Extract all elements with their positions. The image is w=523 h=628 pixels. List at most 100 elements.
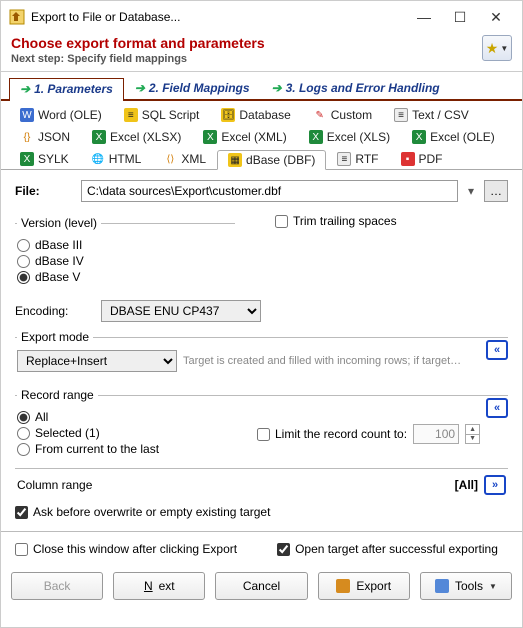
favorites-button[interactable]: ★ ▼ (482, 35, 512, 61)
tab-logs-errors[interactable]: ➔ 3. Logs and Error Handling (261, 76, 451, 99)
column-range-group: Column range [All] » (15, 468, 508, 497)
encoding-label: Encoding: (15, 304, 95, 318)
tab-label: 3. Logs and Error Handling (286, 81, 440, 95)
html-icon: 🌐 (91, 152, 105, 166)
open-after-checkbox[interactable]: Open target after successful exporting (277, 542, 498, 556)
column-range-value: [All] (455, 478, 478, 492)
export-mode-legend: Export mode (17, 330, 93, 344)
format-tab-excel-xml[interactable]: XExcel (XML) (192, 127, 297, 147)
record-range-group: Record range « All Selected (1) From cur… (15, 388, 508, 460)
encoding-select[interactable]: DBASE ENU CP437 (101, 300, 261, 322)
arrow-icon: ➔ (20, 82, 30, 96)
footer-options: Close this window after clicking Export … (1, 531, 522, 566)
column-range-label: Column range (17, 478, 455, 492)
rtf-icon: ≡ (337, 152, 351, 166)
excel-icon: X (92, 130, 106, 144)
radio-range-from-current[interactable]: From current to the last (17, 442, 217, 456)
format-tab-dbase[interactable]: ▦dBase (DBF) (217, 150, 326, 170)
radio-dbase3[interactable]: dBase III (17, 238, 233, 252)
star-icon: ★ (486, 40, 499, 57)
format-tab-word-ole[interactable]: WWord (OLE) (9, 105, 113, 125)
text-icon: ≡ (394, 108, 408, 122)
export-mode-group: Export mode « Replace+Insert Target is c… (15, 330, 508, 380)
limit-count-spinner[interactable]: ▲▼ (465, 424, 480, 444)
column-range-expand-button[interactable]: » (484, 475, 506, 495)
export-icon (336, 579, 350, 593)
format-tab-xml[interactable]: ⟨⟩XML (152, 149, 217, 169)
version-legend: Version (level) (17, 216, 101, 230)
chevron-down-icon: ▼ (489, 582, 497, 591)
radio-dbase4[interactable]: dBase IV (17, 254, 233, 268)
back-button[interactable]: Back (11, 572, 103, 600)
arrow-icon: ➔ (135, 81, 145, 95)
page-title: Choose export format and parameters (11, 35, 482, 51)
header-pane: Choose export format and parameters Next… (1, 29, 522, 72)
limit-count-checkbox[interactable]: Limit the record count to: (257, 427, 407, 441)
export-mode-select[interactable]: Replace+Insert (17, 350, 177, 372)
format-tab-excel-ole[interactable]: XExcel (OLE) (401, 127, 506, 147)
page-subtitle: Next step: Specify field mappings (11, 53, 482, 65)
content-pane: File: ▾ … Version (level) dBase III dBas… (1, 170, 522, 531)
xml-icon: ⟨⟩ (163, 152, 177, 166)
pdf-icon: ▪ (401, 152, 415, 166)
radio-dbase5[interactable]: dBase V (17, 270, 233, 284)
tab-parameters[interactable]: ➔ 1. Parameters (9, 78, 124, 101)
tab-field-mappings[interactable]: ➔ 2. Field Mappings (124, 76, 261, 99)
radio-range-all[interactable]: All (17, 410, 217, 424)
format-tabs: WWord (OLE) ≡SQL Script 🗄Database ✎Custo… (1, 101, 522, 170)
version-group: Version (level) dBase III dBase IV dBase… (15, 216, 235, 288)
format-tab-text-csv[interactable]: ≡Text / CSV (383, 105, 480, 125)
limit-count-input[interactable] (413, 424, 459, 444)
window-title: Export to File or Database... (31, 10, 406, 24)
chevron-down-icon[interactable]: ▾ (464, 184, 478, 198)
tab-label: 2. Field Mappings (149, 81, 250, 95)
browse-button[interactable]: … (484, 180, 508, 202)
word-icon: W (20, 108, 34, 122)
chevron-down-icon: ▼ (500, 44, 508, 53)
format-tab-json[interactable]: {}JSON (9, 127, 81, 147)
tools-icon (435, 579, 449, 593)
maximize-button[interactable]: ☐ (442, 9, 478, 26)
button-bar: Back Next Cancel Export Tools▼ (1, 566, 522, 610)
file-path-input[interactable] (81, 180, 458, 202)
encoding-row: Encoding: DBASE ENU CP437 (15, 300, 508, 322)
next-button[interactable]: Next (113, 572, 205, 600)
format-tab-custom[interactable]: ✎Custom (302, 105, 383, 125)
tools-button[interactable]: Tools▼ (420, 572, 512, 600)
database-icon: 🗄 (221, 108, 235, 122)
format-tab-rtf[interactable]: ≡RTF (326, 149, 389, 169)
format-tab-xlsx[interactable]: XExcel (XLSX) (81, 127, 192, 147)
file-row: File: ▾ … (15, 180, 508, 202)
record-range-collapse-button[interactable]: « (486, 398, 508, 418)
excel-icon: X (309, 130, 323, 144)
tab-label: 1. Parameters (34, 82, 113, 96)
format-tab-database[interactable]: 🗄Database (210, 105, 301, 125)
close-button[interactable]: ✕ (478, 9, 514, 26)
arrow-icon: ➔ (272, 81, 282, 95)
record-range-legend: Record range (17, 388, 98, 402)
json-icon: {} (20, 130, 34, 144)
app-icon (9, 9, 25, 25)
titlebar: Export to File or Database... — ☐ ✕ (1, 1, 522, 29)
export-button[interactable]: Export (318, 572, 410, 600)
ask-overwrite-checkbox[interactable]: Ask before overwrite or empty existing t… (15, 505, 508, 519)
trim-trailing-checkbox[interactable]: Trim trailing spaces (275, 214, 397, 228)
dbase-icon: ▦ (228, 153, 242, 167)
excel-icon: X (203, 130, 217, 144)
spin-down-icon: ▼ (466, 435, 479, 444)
export-mode-collapse-button[interactable]: « (486, 340, 508, 360)
sql-icon: ≡ (124, 108, 138, 122)
format-tab-html[interactable]: 🌐HTML (80, 149, 153, 169)
radio-range-selected[interactable]: Selected (1) (17, 426, 217, 440)
format-tab-sql[interactable]: ≡SQL Script (113, 105, 211, 125)
close-after-checkbox[interactable]: Close this window after clicking Export (15, 542, 237, 556)
export-mode-description: Target is created and filled with incomi… (183, 355, 461, 367)
format-tab-pdf[interactable]: ▪PDF (390, 149, 454, 169)
cancel-button[interactable]: Cancel (215, 572, 307, 600)
format-tab-sylk[interactable]: XSYLK (9, 149, 80, 169)
pencil-icon: ✎ (313, 108, 327, 122)
format-tab-xls[interactable]: XExcel (XLS) (298, 127, 401, 147)
minimize-button[interactable]: — (406, 9, 442, 25)
wizard-tabs: ➔ 1. Parameters ➔ 2. Field Mappings ➔ 3.… (1, 72, 522, 101)
file-label: File: (15, 184, 75, 198)
